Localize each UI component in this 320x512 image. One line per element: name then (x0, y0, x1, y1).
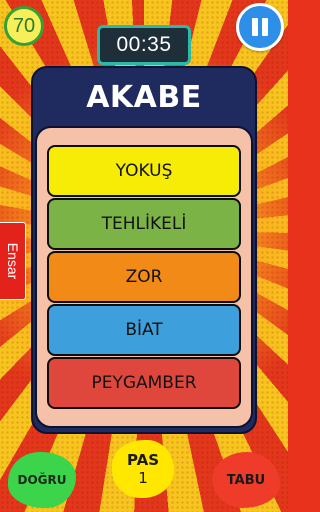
forbidden-word: TEHLİKELİ (47, 198, 241, 250)
team-tab-label: Ensar (4, 242, 21, 280)
timer-value: 00:35 (116, 33, 172, 56)
forbidden-word: ZOR (47, 251, 241, 303)
taboo-button[interactable]: TABU (212, 452, 280, 508)
countdown-timer: 00:35 (97, 25, 191, 65)
pass-button[interactable]: PAS 1 (112, 440, 174, 498)
pass-button-label: PAS (126, 451, 160, 469)
score-badge: 70 (4, 6, 44, 46)
correct-button[interactable]: DOĞRU (8, 452, 76, 508)
team-tab[interactable]: Ensar (0, 222, 26, 300)
card-title: AKABE (86, 80, 202, 115)
pause-icon (250, 18, 270, 36)
forbidden-word: BİAT (47, 304, 241, 356)
pass-count: 1 (138, 469, 148, 487)
forbidden-word: YOKUŞ (47, 145, 241, 197)
forbidden-word: PEYGAMBER (47, 357, 241, 409)
pause-button[interactable] (236, 3, 284, 51)
correct-button-label: DOĞRU (17, 473, 67, 487)
taboo-button-label: TABU (226, 472, 266, 488)
score-value: 70 (12, 14, 36, 37)
